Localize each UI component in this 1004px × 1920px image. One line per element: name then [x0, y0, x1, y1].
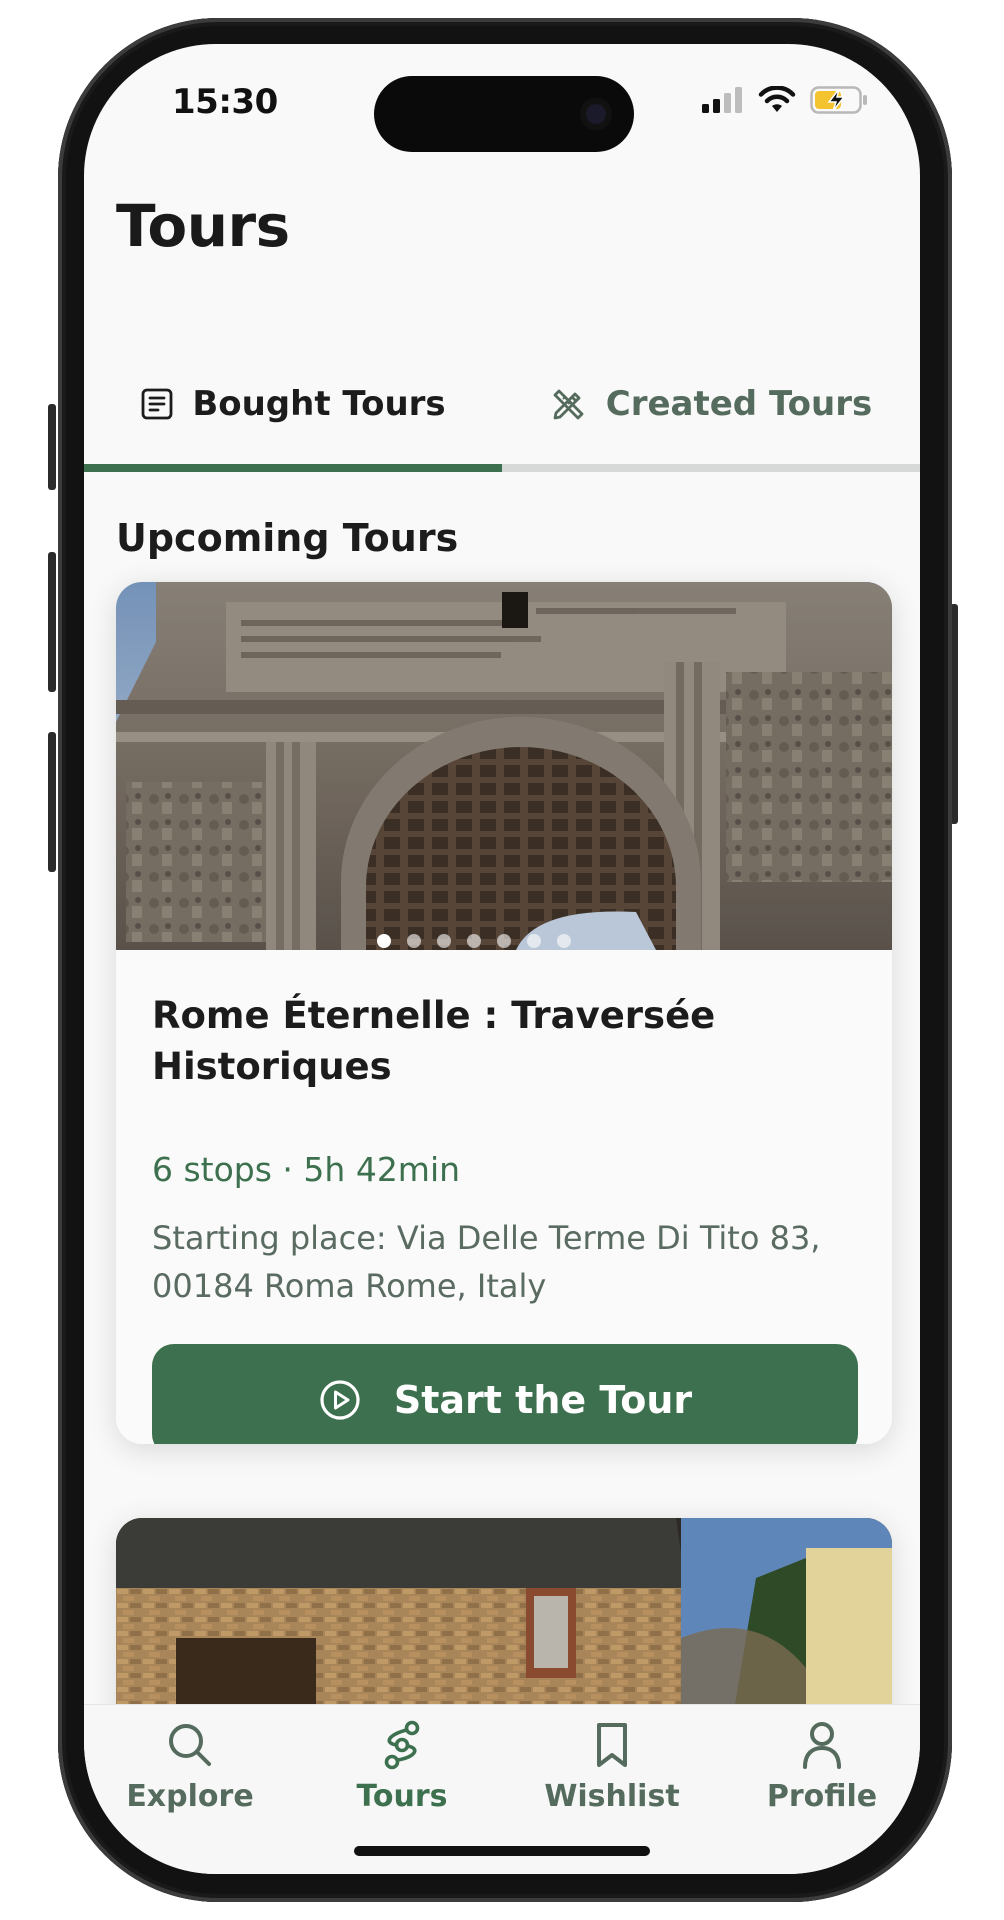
nav-explore[interactable]: Explore — [90, 1719, 290, 1829]
bookmark-icon — [597, 1723, 627, 1767]
battery-charging-icon — [810, 86, 867, 114]
route-icon — [384, 1720, 420, 1770]
home-indicator[interactable] — [354, 1846, 650, 1856]
carousel-dot[interactable] — [437, 934, 451, 948]
tab-bought-tours-label: Bought Tours — [192, 384, 446, 424]
nav-profile[interactable]: Profile — [722, 1719, 920, 1829]
document-list-icon — [141, 388, 173, 420]
page-title: Tours — [116, 192, 290, 260]
volume-down-button — [48, 732, 56, 872]
tab-bought-tours[interactable]: Bought Tours — [84, 344, 502, 464]
action-button — [48, 404, 56, 490]
tab-bar: Bought Tours Created Tours — [84, 344, 920, 472]
tab-indicator-active — [84, 464, 502, 472]
carousel-dots[interactable] — [116, 934, 862, 948]
dynamic-island — [374, 76, 634, 152]
tab-created-tours[interactable]: Created Tours — [502, 344, 920, 464]
tour-stops-duration: 6 stops · 5h 42min — [152, 1150, 461, 1189]
nav-profile-label: Profile — [766, 1779, 878, 1814]
nav-explore-label: Explore — [126, 1779, 254, 1814]
front-camera — [580, 98, 612, 130]
pencil-ruler-icon — [553, 389, 584, 420]
carousel-dot[interactable] — [497, 934, 511, 948]
carousel-dot[interactable] — [527, 934, 541, 948]
status-time: 15:30 — [172, 82, 278, 122]
carousel-dot[interactable] — [377, 934, 391, 948]
tour-starting-place: Starting place: Via Delle Terme Di Tito … — [152, 1219, 821, 1305]
nav-wishlist-label: Wishlist — [544, 1779, 680, 1814]
tour-cover-image[interactable] — [116, 582, 892, 950]
tab-created-tours-label: Created Tours — [605, 384, 873, 424]
carousel-dot[interactable] — [407, 934, 421, 948]
start-tour-button[interactable]: Start the Tour — [152, 1344, 858, 1444]
wifi-icon — [758, 86, 796, 112]
tour-title: Rome Éternelle : Traversée Historiques — [152, 994, 716, 1088]
tour-card[interactable]: Rome Éternelle : Traversée Historiques 6… — [116, 582, 892, 1444]
cellular-signal-icon — [702, 87, 742, 113]
search-icon — [169, 1724, 211, 1766]
play-circle-icon — [320, 1380, 360, 1420]
section-title-upcoming: Upcoming Tours — [116, 516, 459, 560]
user-icon — [803, 1722, 841, 1769]
nav-wishlist[interactable]: Wishlist — [512, 1719, 712, 1829]
nav-tours[interactable]: Tours — [302, 1719, 502, 1829]
start-tour-button-label: Start the Tour — [393, 1378, 693, 1422]
carousel-dot[interactable] — [557, 934, 571, 948]
status-icons — [702, 84, 868, 116]
carousel-dot[interactable] — [467, 934, 481, 948]
app-screen: 15:30 Tours Bought Tours Created Tours U… — [84, 44, 920, 1874]
nav-tours-label: Tours — [356, 1779, 448, 1814]
volume-up-button — [48, 552, 56, 692]
